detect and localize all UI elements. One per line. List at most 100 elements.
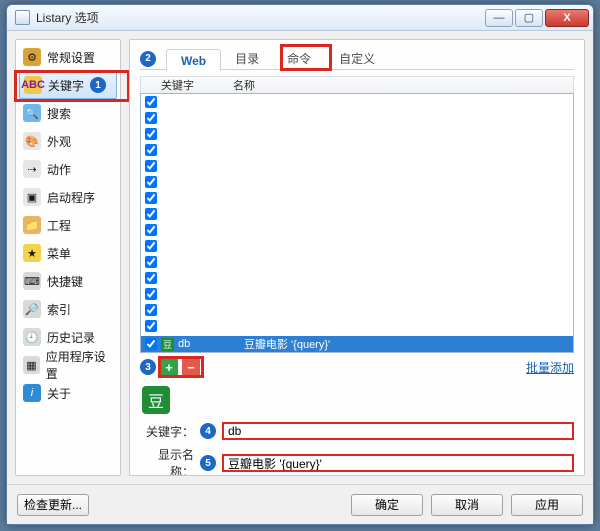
sidebar-item-label: 外观 xyxy=(47,133,71,150)
list-item[interactable] xyxy=(141,190,573,206)
sidebar-item-label: 关于 xyxy=(47,385,71,402)
displayname-label: 显示名称： xyxy=(140,446,194,476)
sidebar-item-general[interactable]: ⚙ 常规设置 xyxy=(19,43,117,71)
row-checkbox[interactable] xyxy=(145,256,157,268)
list-toolbar: 3 + − 批量添加 xyxy=(140,358,574,376)
row-checkbox[interactable] xyxy=(145,208,157,220)
close-button[interactable]: X xyxy=(545,9,589,27)
sidebar-item-search[interactable]: 🔍 搜索 xyxy=(19,99,117,127)
douban-icon: 豆 xyxy=(161,338,174,351)
sidebar-item-history[interactable]: 🕘 历史记录 xyxy=(19,323,117,351)
sidebar-item-launch[interactable]: ▣ 启动程序 xyxy=(19,183,117,211)
palette-icon: 🎨 xyxy=(23,132,41,150)
sidebar-item-index[interactable]: 🔎 索引 xyxy=(19,295,117,323)
row-checkbox[interactable] xyxy=(145,320,157,332)
list-item[interactable] xyxy=(141,126,573,142)
keyword-list[interactable]: 豆 db 豆瓣电影 '{query}' xyxy=(140,93,574,353)
abc-icon: ABC xyxy=(24,76,42,94)
window-title: Listary 选项 xyxy=(36,9,483,26)
sidebar-item-label: 关键字 xyxy=(48,77,84,94)
entry-icon[interactable]: 豆 xyxy=(142,386,170,414)
info-icon: i xyxy=(23,384,41,402)
sidebar-item-menus[interactable]: ★ 菜单 xyxy=(19,239,117,267)
sidebar-item-label: 搜索 xyxy=(47,105,71,122)
row-checkbox[interactable] xyxy=(145,160,157,172)
ok-button[interactable]: 确定 xyxy=(351,494,423,516)
delete-button[interactable]: − xyxy=(182,358,200,376)
sidebar-item-actions[interactable]: ⇢ 动作 xyxy=(19,155,117,183)
list-item[interactable] xyxy=(141,222,573,238)
list-item-selected[interactable]: 豆 db 豆瓣电影 '{query}' xyxy=(141,336,573,352)
row-keyword: db xyxy=(178,338,240,350)
row-checkbox[interactable] xyxy=(145,272,157,284)
sidebar: ⚙ 常规设置 ABC 关键字 1 🔍 搜索 🎨 外观 ⇢ 动作 ▣ xyxy=(15,39,121,476)
tab-cmd[interactable]: 命令 xyxy=(273,48,325,70)
row-checkbox[interactable] xyxy=(145,112,157,124)
col-keyword[interactable]: 关键字 xyxy=(161,77,233,93)
row-checkbox[interactable] xyxy=(145,176,157,188)
row-checkbox[interactable] xyxy=(145,304,157,316)
annotation-badge-2: 2 xyxy=(140,51,156,67)
row-checkbox[interactable] xyxy=(145,240,157,252)
sidebar-item-projects[interactable]: 📁 工程 xyxy=(19,211,117,239)
sidebar-item-about[interactable]: i 关于 xyxy=(19,379,117,407)
tab-custom[interactable]: 自定义 xyxy=(325,48,389,70)
row-name: 豆瓣电影 '{query}' xyxy=(244,336,330,352)
row-checkbox[interactable] xyxy=(145,128,157,140)
sidebar-item-hotkeys[interactable]: ⌨ 快捷键 xyxy=(19,267,117,295)
keyword-input[interactable] xyxy=(222,422,574,440)
list-item[interactable] xyxy=(141,158,573,174)
apply-button[interactable]: 应用 xyxy=(511,494,583,516)
col-name[interactable]: 名称 xyxy=(233,77,255,93)
list-item[interactable] xyxy=(141,206,573,222)
row-checkbox[interactable] xyxy=(145,96,157,108)
minimize-button[interactable]: — xyxy=(485,9,513,27)
keyword-label: 关键字： xyxy=(140,423,194,440)
list-item[interactable] xyxy=(141,270,573,286)
list-item[interactable] xyxy=(141,254,573,270)
list-header: 关键字 名称 xyxy=(140,76,574,93)
list-item[interactable] xyxy=(141,318,573,334)
list-item[interactable] xyxy=(141,142,573,158)
add-button[interactable]: + xyxy=(160,358,178,376)
list-item[interactable] xyxy=(141,94,573,110)
options-dialog: Listary 选项 — ▢ X ⚙ 常规设置 ABC 关键字 1 🔍 搜索 🎨 xyxy=(6,4,594,525)
sidebar-item-label: 动作 xyxy=(47,161,71,178)
tab-dir[interactable]: 目录 xyxy=(221,48,273,70)
sidebar-item-appsettings[interactable]: ▦ 应用程序设置 xyxy=(19,351,117,379)
editor-panel: 豆 关键字： 4 显示名称： 5 URL: 6 xyxy=(140,386,574,476)
row-checkbox[interactable] xyxy=(145,144,157,156)
row-checkbox[interactable] xyxy=(145,338,157,350)
sidebar-item-keywords[interactable]: ABC 关键字 1 xyxy=(19,71,117,99)
sidebar-item-label: 菜单 xyxy=(47,245,71,262)
row-checkbox[interactable] xyxy=(145,224,157,236)
grid-icon: ▦ xyxy=(23,356,40,374)
batch-add-link[interactable]: 批量添加 xyxy=(526,359,574,376)
keyboard-icon: ⌨ xyxy=(23,272,41,290)
clock-icon: 🕘 xyxy=(23,328,41,346)
maximize-button[interactable]: ▢ xyxy=(515,9,543,27)
titlebar[interactable]: Listary 选项 — ▢ X xyxy=(7,5,593,31)
folder-icon: 📁 xyxy=(23,216,41,234)
star-icon: ★ xyxy=(23,244,41,262)
annotation-badge-5: 5 xyxy=(200,455,216,471)
tab-web[interactable]: Web xyxy=(166,49,221,71)
gear-icon: ⚙ xyxy=(23,48,41,66)
check-update-button[interactable]: 检查更新... xyxy=(17,494,89,516)
row-checkbox[interactable] xyxy=(145,288,157,300)
app-icon xyxy=(15,10,30,25)
sidebar-item-appearance[interactable]: 🎨 外观 xyxy=(19,127,117,155)
list-item[interactable] xyxy=(141,174,573,190)
sidebar-item-label: 常规设置 xyxy=(47,49,95,66)
list-item[interactable] xyxy=(141,286,573,302)
dialog-footer: 检查更新... 确定 取消 应用 xyxy=(7,484,593,524)
row-checkbox[interactable] xyxy=(145,192,157,204)
displayname-input[interactable] xyxy=(222,454,574,472)
action-icon: ⇢ xyxy=(23,160,41,178)
sidebar-item-label: 工程 xyxy=(47,217,71,234)
search-icon: 🔍 xyxy=(23,104,41,122)
list-item[interactable] xyxy=(141,238,573,254)
list-item[interactable] xyxy=(141,302,573,318)
list-item[interactable] xyxy=(141,110,573,126)
cancel-button[interactable]: 取消 xyxy=(431,494,503,516)
